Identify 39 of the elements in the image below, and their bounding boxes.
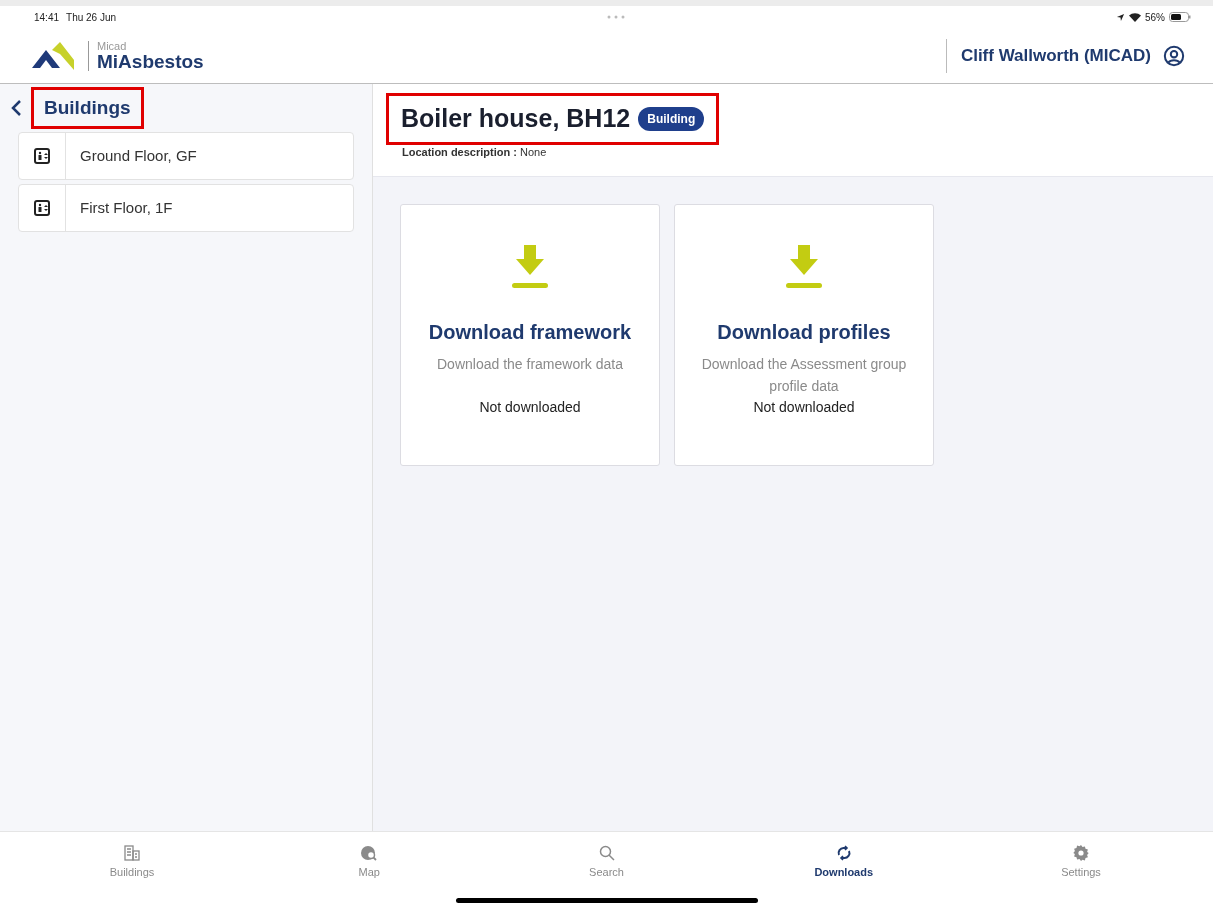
download-icon [786,245,822,289]
download-status: Not downloaded [753,398,855,417]
download-status: Not downloaded [479,398,581,417]
settings-icon [1072,844,1090,862]
search-icon [597,844,616,862]
floor-list-item[interactable]: Ground Floor, GF [18,132,354,180]
card-title: Download framework [428,320,632,345]
location-description: Location description : None [401,144,548,160]
location-icon [1116,12,1125,22]
card-title: Download profiles [717,320,891,345]
logo-icon [32,41,74,70]
tab-bar-item[interactable]: Buildings [80,844,184,881]
tab-bar-item[interactable]: Search [554,844,659,881]
card-description: Download the Assessment group profile data [700,355,908,396]
battery-icon [1169,12,1191,22]
tab-bar-item[interactable]: Map [317,844,422,881]
download-card[interactable]: Download profiles Download the Assessment group profile data Not downloaded [674,204,934,466]
floor-list-item[interactable]: First Floor, 1F [18,184,354,232]
status-time: 14:41 [34,10,60,25]
user-name[interactable]: Cliff Wallworth (MICAD) [960,42,1151,69]
map-search-icon [360,844,379,862]
status-date: Thu 26 Jun [66,10,117,25]
back-chevron-icon[interactable] [10,99,24,117]
battery-percent: 56% [1145,10,1165,25]
user-account-icon[interactable] [1163,44,1185,67]
floor-icon [34,200,50,216]
tab-bar-item[interactable]: Settings [1029,844,1133,881]
page-title: Boiler house, BH12 [401,103,631,134]
card-description: Download the framework data [436,355,624,374]
floor-icon [34,148,50,164]
tab-bar-item[interactable]: Downloads [791,844,896,881]
download-card[interactable]: Download framework Download the framework data Not downloaded [400,204,660,466]
wifi-icon [1129,12,1141,22]
building-badge: Building [638,106,705,131]
sidebar-title: Buildings [34,89,141,127]
logo-title: MiAsbestos [97,51,204,71]
download-icon [512,245,548,289]
buildings-icon [123,844,141,862]
logo-subtitle: Micad [97,40,128,52]
